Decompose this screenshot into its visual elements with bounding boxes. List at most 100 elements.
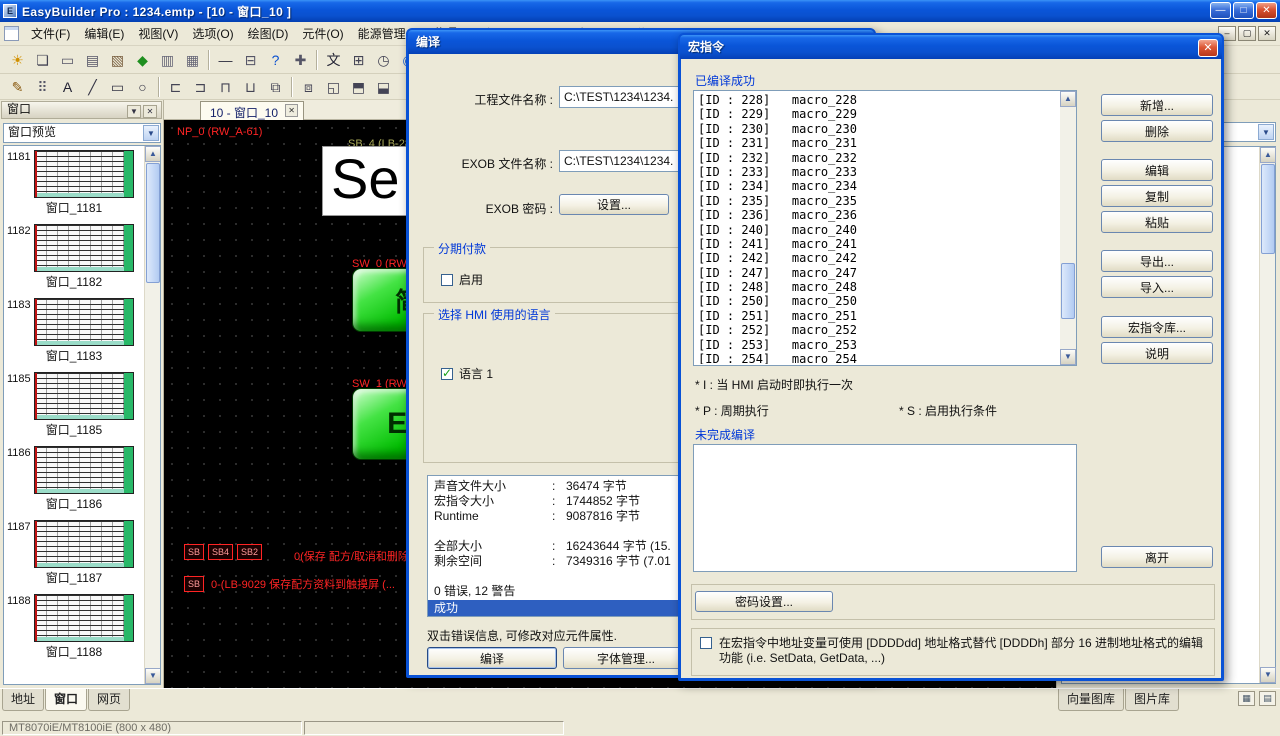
window-thumbnail[interactable]: [34, 150, 134, 198]
password-settings-button[interactable]: 密码设置...: [695, 591, 833, 612]
window-thumbnail[interactable]: [34, 224, 134, 272]
snap-grid-icon[interactable]: ⠿: [30, 76, 55, 98]
macro-list-item[interactable]: [ID : 247] macro_247: [698, 266, 1059, 280]
macro-list-item[interactable]: [ID : 242] macro_242: [698, 251, 1059, 265]
sb-object[interactable]: SB4: [208, 544, 233, 560]
macro-list-item[interactable]: [ID : 240] macro_240: [698, 223, 1059, 237]
layer-down-icon[interactable]: ⬓: [371, 76, 396, 98]
window-list-scrollbar[interactable]: ▲ ▼: [144, 146, 160, 684]
add-window-icon[interactable]: ⊞: [346, 49, 371, 71]
macro-list-item[interactable]: [ID : 236] macro_236: [698, 208, 1059, 222]
macro-table-icon[interactable]: ▦: [180, 49, 205, 71]
scroll-up-icon[interactable]: ▲: [1060, 91, 1076, 107]
window-tree-icon[interactable]: ▤: [80, 49, 105, 71]
scroll-down-icon[interactable]: ▼: [1260, 667, 1276, 683]
mdi-restore-button[interactable]: ▢: [1238, 26, 1256, 41]
tab-close-icon[interactable]: ✕: [285, 104, 298, 117]
minus-icon[interactable]: —: [213, 49, 238, 71]
language1-checkbox-row[interactable]: 语言 1: [441, 365, 493, 382]
menu-item[interactable]: 文件(F): [24, 21, 77, 46]
macro-list-item[interactable]: [ID : 248] macro_248: [698, 280, 1059, 294]
scroll-thumb[interactable]: [146, 163, 160, 283]
macro-list-item[interactable]: [ID : 250] macro_250: [698, 294, 1059, 308]
clock-icon[interactable]: ◷: [371, 49, 396, 71]
window-thumbnail[interactable]: [34, 520, 134, 568]
rect-tool-icon[interactable]: ▭: [105, 76, 130, 98]
align-left-icon[interactable]: ⊏: [163, 76, 188, 98]
context-help-icon[interactable]: ✚: [288, 49, 313, 71]
compile-button[interactable]: 编译: [427, 647, 557, 669]
macro-list-item[interactable]: [ID : 235] macro_235: [698, 194, 1059, 208]
macro-dialog-title[interactable]: 宏指令: [680, 35, 1222, 59]
scroll-up-icon[interactable]: ▲: [145, 146, 161, 162]
scroll-thumb[interactable]: [1061, 263, 1075, 319]
macro-help-button[interactable]: 说明: [1101, 342, 1213, 364]
tab-图片库[interactable]: 图片库: [1125, 689, 1179, 711]
tab-向量图库[interactable]: 向量图库: [1058, 689, 1124, 711]
window-thumbnail[interactable]: [34, 594, 134, 642]
compress-icon[interactable]: ⊟: [238, 49, 263, 71]
scroll-thumb[interactable]: [1261, 164, 1275, 254]
address-book-icon[interactable]: ▧: [105, 49, 130, 71]
mdi-close-button[interactable]: ✕: [1258, 26, 1276, 41]
menu-item[interactable]: 视图(V): [131, 21, 185, 46]
font-management-button[interactable]: 字体管理...: [563, 647, 689, 669]
window-thumbnail[interactable]: [34, 372, 134, 420]
chevron-down-icon[interactable]: ▼: [1258, 124, 1274, 140]
clipboard-icon[interactable]: ▥: [155, 49, 180, 71]
new-window-icon[interactable]: ❏: [30, 49, 55, 71]
window-list-item[interactable]: 1186窗口_1186: [4, 442, 144, 516]
macro-library-button[interactable]: 宏指令库...: [1101, 316, 1213, 338]
align-top-icon[interactable]: ⊓: [213, 76, 238, 98]
macro-list-item[interactable]: [ID : 253] macro_253: [698, 338, 1059, 352]
macro-copy-button[interactable]: 复制: [1101, 185, 1213, 207]
language-icon[interactable]: 文: [321, 49, 346, 71]
window-list-item[interactable]: 1185窗口_1185: [4, 368, 144, 442]
bulb-icon[interactable]: ☀: [5, 49, 30, 71]
menu-item[interactable]: 选项(O): [185, 21, 240, 46]
window-list-item[interactable]: 1187窗口_1187: [4, 516, 144, 590]
chevron-down-icon[interactable]: ▼: [143, 125, 159, 141]
align-right-icon[interactable]: ⊐: [188, 76, 213, 98]
macro-import-button[interactable]: 导入...: [1101, 276, 1213, 298]
address-format-checkbox[interactable]: [700, 637, 712, 649]
window-list-item[interactable]: 1182窗口_1182: [4, 220, 144, 294]
align-bottom-icon[interactable]: ⊔: [238, 76, 263, 98]
sb-object[interactable]: SB: [184, 576, 204, 592]
window-list-item[interactable]: 1188窗口_1188: [4, 590, 144, 664]
exob-password-set-button[interactable]: 设置...: [559, 194, 669, 215]
menu-item[interactable]: 绘图(D): [241, 21, 296, 46]
enable-checkbox[interactable]: [441, 274, 453, 286]
macro-list-item[interactable]: [ID : 230] macro_230: [698, 122, 1059, 136]
minimize-button[interactable]: —: [1210, 2, 1231, 19]
macro-exit-button[interactable]: 离开: [1101, 546, 1213, 568]
macro-edit-button[interactable]: 编辑: [1101, 159, 1213, 181]
macro-list-scrollbar[interactable]: ▲ ▼: [1060, 91, 1076, 365]
ungroup-icon[interactable]: ◱: [321, 76, 346, 98]
sb-object[interactable]: SB: [184, 544, 204, 560]
macro-list-item[interactable]: [ID : 254] macro_254: [698, 352, 1059, 364]
group-icon[interactable]: ⧈: [296, 76, 321, 98]
tab-窗口[interactable]: 窗口: [45, 689, 87, 711]
text-tool-icon[interactable]: A: [55, 76, 80, 98]
macro-list-item[interactable]: [ID : 229] macro_229: [698, 107, 1059, 121]
macro-export-button[interactable]: 导出...: [1101, 250, 1213, 272]
macro-list-item[interactable]: [ID : 231] macro_231: [698, 136, 1059, 150]
measure-icon[interactable]: ▭: [55, 49, 80, 71]
list-view-icon[interactable]: ▤: [1259, 691, 1276, 706]
window-thumbnail[interactable]: [34, 446, 134, 494]
menu-item[interactable]: 编辑(E): [77, 21, 131, 46]
pencil-icon[interactable]: ✎: [5, 76, 30, 98]
macro-list-item[interactable]: [ID : 251] macro_251: [698, 309, 1059, 323]
scroll-down-icon[interactable]: ▼: [1060, 349, 1076, 365]
grid-view-icon[interactable]: ▦: [1238, 691, 1255, 706]
help-icon[interactable]: ?: [263, 49, 288, 71]
macro-new-button[interactable]: 新增...: [1101, 94, 1213, 116]
panel-close-icon[interactable]: ✕: [143, 105, 157, 118]
line-tool-icon[interactable]: ╱: [80, 76, 105, 98]
macro-list-item[interactable]: [ID : 252] macro_252: [698, 323, 1059, 337]
ellipse-tool-icon[interactable]: ○: [130, 76, 155, 98]
window-list-item[interactable]: 1183窗口_1183: [4, 294, 144, 368]
macro-list-item[interactable]: [ID : 232] macro_232: [698, 151, 1059, 165]
macro-paste-button[interactable]: 粘贴: [1101, 211, 1213, 233]
